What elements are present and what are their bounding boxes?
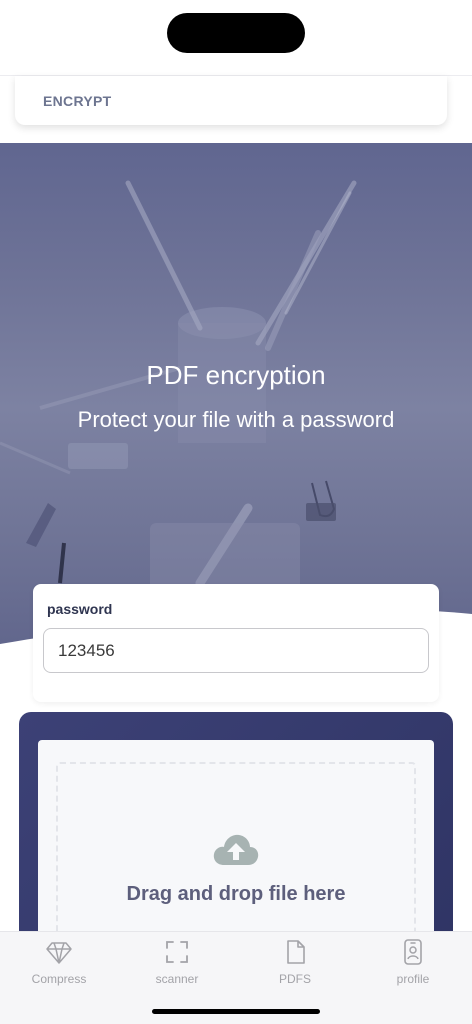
password-input[interactable] — [43, 628, 429, 673]
tab-pdfs-label: PDFS — [278, 972, 311, 986]
hero-subtitle: Protect your file with a password — [77, 407, 395, 432]
password-card: password — [33, 584, 439, 702]
encrypt-tab-label[interactable]: ENCRYPT — [43, 93, 111, 109]
tab-profile-label: profile — [396, 972, 430, 986]
hero-title: PDF encryption — [146, 360, 326, 390]
home-indicator — [152, 1009, 320, 1014]
tab-compress[interactable]: Compress — [0, 938, 118, 988]
tab-profile[interactable]: profile — [354, 938, 472, 988]
diamond-icon — [46, 942, 72, 964]
scan-frame-icon — [166, 941, 188, 963]
dynamic-island — [167, 13, 305, 53]
tab-scanner-label: scanner — [155, 972, 199, 986]
id-badge-icon — [404, 939, 422, 965]
password-label: password — [47, 601, 113, 617]
mode-header-card: ENCRYPT — [15, 76, 447, 125]
tab-pdfs[interactable]: PDFS — [236, 938, 354, 988]
status-bar — [0, 0, 472, 76]
cloud-upload-icon — [213, 834, 259, 865]
document-icon — [287, 940, 305, 964]
tab-scanner[interactable]: scanner — [118, 938, 236, 988]
tab-compress-label: Compress — [31, 972, 87, 986]
drop-instruction: Drag and drop file here — [126, 883, 346, 905]
